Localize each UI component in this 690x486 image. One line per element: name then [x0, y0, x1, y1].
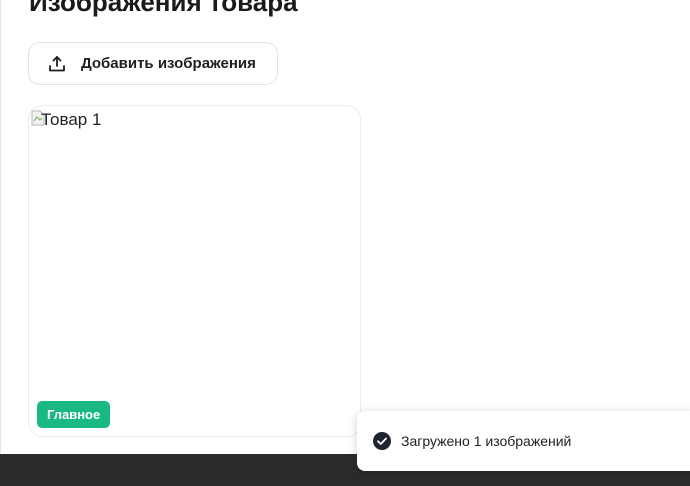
- left-divider: [0, 0, 1, 454]
- upload-toast: Загружено 1 изображений: [357, 411, 690, 471]
- product-image: Товар 1: [31, 110, 101, 131]
- check-circle-icon: [373, 432, 391, 450]
- toast-message: Загружено 1 изображений: [401, 433, 572, 449]
- image-card[interactable]: Товар 1 Главное: [28, 105, 361, 437]
- add-images-button[interactable]: Добавить изображения: [28, 42, 278, 85]
- upload-icon: [47, 54, 67, 74]
- product-images-page: Изображения товара Добавить изображения …: [0, 0, 690, 486]
- main-image-badge: Главное: [37, 401, 111, 428]
- image-alt-text: Товар 1: [41, 110, 102, 129]
- add-images-label: Добавить изображения: [81, 55, 256, 72]
- page-title: Изображения товара: [29, 0, 298, 17]
